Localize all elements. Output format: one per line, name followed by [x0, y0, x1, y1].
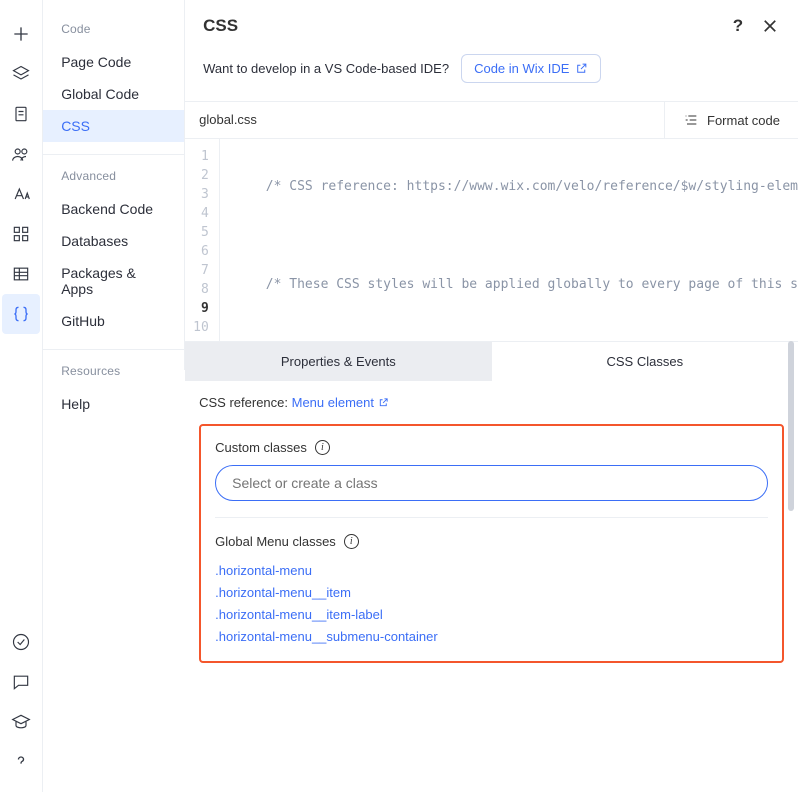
sidebar-item-page-code[interactable]: Page Code [43, 46, 184, 78]
section-code-label: Code [43, 8, 184, 46]
main: CSS ? Want to develop in a VS Code-based… [185, 0, 798, 792]
question-icon[interactable] [2, 742, 40, 782]
users-icon[interactable] [2, 134, 40, 174]
class-item[interactable]: .horizontal-menu__submenu-container [215, 625, 768, 647]
external-link-icon [378, 397, 389, 408]
help-icon[interactable]: ? [728, 16, 748, 36]
plus-icon[interactable] [2, 14, 40, 54]
text-style-icon[interactable] [2, 174, 40, 214]
sidebar-item-help[interactable]: Help [43, 388, 184, 420]
scrollbar[interactable] [788, 341, 794, 511]
info-icon[interactable]: i [344, 534, 359, 549]
class-item[interactable]: .horizontal-menu__item [215, 581, 768, 603]
panel-body: CSS reference: Menu element Custom class… [185, 381, 798, 677]
ide-banner: Want to develop in a VS Code-based IDE? … [185, 50, 798, 102]
section-advanced-label: Advanced [43, 155, 184, 193]
ide-button-label: Code in Wix IDE [474, 61, 569, 76]
page-icon[interactable] [2, 94, 40, 134]
sidebar-item-css[interactable]: CSS [43, 110, 184, 142]
code-content[interactable]: /* CSS reference: https://www.wix.com/ve… [220, 139, 798, 341]
class-item[interactable]: .horizontal-menu__item-label [215, 603, 768, 625]
global-class-list: .horizontal-menu .horizontal-menu__item … [215, 559, 768, 647]
sidebar-item-backend-code[interactable]: Backend Code [43, 193, 184, 225]
css-reference-line: CSS reference: Menu element [199, 395, 784, 410]
css-classes-highlight: Custom classes i Global Menu classes i .… [199, 424, 784, 663]
chat-icon[interactable] [2, 662, 40, 702]
code-editor[interactable]: 12345678910 /* CSS reference: https://ww… [185, 139, 798, 341]
braces-icon[interactable] [2, 294, 40, 334]
graduation-icon[interactable] [2, 702, 40, 742]
check-circle-icon[interactable] [2, 622, 40, 662]
info-icon[interactable]: i [315, 440, 330, 455]
custom-classes-label: Custom classes i [215, 440, 768, 455]
global-classes-label: Global Menu classes i [215, 534, 768, 549]
sidebar-item-packages-apps[interactable]: Packages & Apps [43, 257, 184, 305]
close-icon[interactable] [760, 16, 780, 36]
main-header: CSS ? [185, 0, 798, 50]
custom-class-input[interactable] [215, 465, 768, 501]
sidebar-item-databases[interactable]: Databases [43, 225, 184, 257]
format-icon [683, 112, 699, 128]
format-code-label: Format code [707, 113, 780, 128]
panel-tabs: Properties & Events CSS Classes [185, 341, 798, 381]
table-icon[interactable] [2, 254, 40, 294]
sidebar-item-github[interactable]: GitHub [43, 305, 184, 337]
layers-icon[interactable] [2, 54, 40, 94]
class-item[interactable]: .horizontal-menu [215, 559, 768, 581]
tab-properties-events[interactable]: Properties & Events [185, 342, 491, 381]
menu-element-link[interactable]: Menu element [292, 395, 389, 410]
apps-grid-icon[interactable] [2, 214, 40, 254]
format-code-button[interactable]: Format code [664, 102, 798, 138]
file-tab-global-css[interactable]: global.css [185, 102, 271, 138]
sidebar: Code Page Code Global Code CSS Advanced … [43, 0, 185, 370]
file-tabs: global.css Format code [185, 102, 798, 139]
open-wix-ide-button[interactable]: Code in Wix IDE [461, 54, 601, 83]
ide-banner-text: Want to develop in a VS Code-based IDE? [203, 61, 449, 76]
line-gutter: 12345678910 [185, 139, 219, 341]
page-title: CSS [203, 16, 238, 36]
tool-iconbar [0, 0, 43, 792]
external-link-icon [575, 62, 588, 75]
section-resources-label: Resources [43, 350, 184, 388]
tab-css-classes[interactable]: CSS Classes [492, 342, 798, 381]
sidebar-item-global-code[interactable]: Global Code [43, 78, 184, 110]
